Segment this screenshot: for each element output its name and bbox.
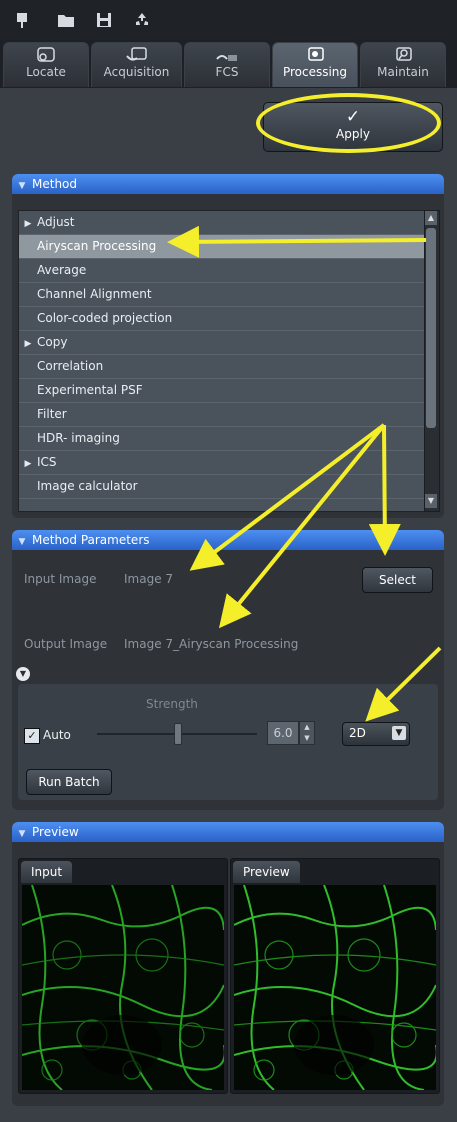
list-item[interactable]: ▶ Adjust: [19, 211, 425, 235]
scroll-down-arrow-icon[interactable]: ▼: [425, 494, 437, 508]
output-image-value: Image 7_Airyscan Processing: [124, 637, 299, 651]
annotation-highlight-ellipse: [256, 93, 441, 153]
collapse-triangle-icon: ▼: [18, 181, 26, 191]
main-tab-bar: Locate Acquisition FCS Processing Mainta…: [0, 40, 457, 88]
strength-value-field[interactable]: 6.0: [267, 721, 299, 745]
list-item-label: Copy: [37, 335, 68, 349]
method-list: ▶ Adjust Airyscan Processing Average Chan…: [18, 210, 426, 512]
list-item[interactable]: Average: [19, 259, 425, 283]
list-item-label: Channel Alignment: [37, 287, 152, 301]
list-item[interactable]: ▶ Copy: [19, 331, 425, 355]
auto-label: Auto: [43, 728, 71, 742]
input-preview-image: [22, 885, 224, 1090]
list-item-label: HDR- imaging: [37, 431, 120, 445]
fcs-icon: [216, 47, 238, 63]
preview-frame: Preview: [230, 858, 440, 1094]
tab-acquisition[interactable]: Acquisition: [91, 42, 182, 87]
tab-locate[interactable]: Locate: [3, 42, 89, 87]
list-item-label: ICS: [37, 455, 57, 469]
preview-panel-header[interactable]: ▼ Preview: [12, 822, 444, 842]
pin-icon[interactable]: [12, 10, 32, 30]
expand-triangle-icon: ▶: [24, 219, 32, 229]
tab-maintain[interactable]: Maintain: [360, 42, 446, 87]
method-parameters-title: Method Parameters: [32, 533, 150, 547]
list-item[interactable]: HDR- imaging: [19, 427, 425, 451]
input-image-label: Input Image: [24, 572, 97, 586]
acquisition-icon: [125, 47, 148, 63]
list-item[interactable]: Channel Alignment: [19, 283, 425, 307]
list-item[interactable]: ▶ ICS: [19, 451, 425, 475]
list-item-label: Correlation: [37, 359, 104, 373]
input-tab[interactable]: Input: [21, 861, 73, 883]
strength-label: Strength: [146, 697, 198, 711]
list-item-label: Average: [37, 263, 87, 277]
top-toolbar: [0, 0, 457, 40]
list-item-label: Experimental PSF: [37, 383, 143, 397]
scrollbar-thumb[interactable]: [426, 228, 436, 428]
collapse-triangle-icon: ▼: [18, 829, 26, 839]
collapse-circle-icon[interactable]: ▼: [16, 667, 30, 681]
method-panel-header[interactable]: ▼ Method: [12, 174, 444, 194]
expand-triangle-icon: ▶: [24, 339, 32, 349]
list-item-label: Airyscan Processing: [37, 239, 157, 253]
method-parameters-header[interactable]: ▼ Method Parameters: [12, 530, 444, 550]
strength-spin-buttons-icon[interactable]: ▲ ▼: [299, 721, 315, 745]
dimension-dropdown-value: 2D: [349, 726, 366, 740]
save-icon[interactable]: [94, 10, 114, 30]
locate-icon: [35, 47, 57, 63]
list-item[interactable]: Experimental PSF: [19, 379, 425, 403]
list-item-selected[interactable]: Airyscan Processing: [19, 235, 425, 259]
recycle-icon[interactable]: [132, 10, 152, 30]
run-batch-button[interactable]: Run Batch: [26, 769, 112, 795]
tab-label: Maintain: [377, 65, 429, 79]
select-button[interactable]: Select: [362, 567, 433, 593]
collapse-triangle-icon: ▼: [18, 537, 26, 547]
auto-checkbox[interactable]: ✓: [24, 728, 40, 744]
maintain-icon: [392, 47, 414, 63]
list-item[interactable]: Color-coded projection: [19, 307, 425, 331]
method-title: Method: [32, 177, 78, 191]
strength-slider-handle[interactable]: [174, 723, 182, 745]
expand-triangle-icon: ▶: [24, 459, 32, 469]
processing-gear-icon: [304, 47, 326, 63]
preview-title: Preview: [32, 825, 79, 839]
open-folder-icon[interactable]: [56, 10, 76, 30]
list-item-label: Color-coded projection: [37, 311, 173, 325]
tab-label: Processing: [282, 65, 348, 79]
input-image-value: Image 7: [124, 572, 174, 586]
dimension-dropdown[interactable]: 2D ▼: [342, 722, 410, 746]
scroll-up-arrow-icon[interactable]: ▲: [425, 211, 437, 225]
input-preview-frame: Input: [18, 858, 228, 1094]
list-item[interactable]: Correlation: [19, 355, 425, 379]
tab-label: Acquisition: [103, 65, 170, 79]
tab-label: FCS: [215, 65, 239, 79]
list-item[interactable]: Filter: [19, 403, 425, 427]
chevron-down-icon: ▼: [392, 726, 406, 740]
tab-processing[interactable]: Processing: [272, 42, 358, 87]
list-item-label: Image calculator: [37, 479, 138, 493]
tab-label: Locate: [26, 65, 66, 79]
list-item-partial[interactable]: [19, 499, 425, 511]
preview-image: [234, 885, 436, 1090]
list-item-label: Adjust: [37, 215, 75, 229]
tab-fcs[interactable]: FCS: [184, 42, 270, 87]
list-item[interactable]: Image calculator: [19, 475, 425, 499]
preview-tab[interactable]: Preview: [233, 861, 300, 883]
list-item-label: Filter: [37, 407, 67, 421]
output-image-label: Output Image: [24, 637, 108, 651]
